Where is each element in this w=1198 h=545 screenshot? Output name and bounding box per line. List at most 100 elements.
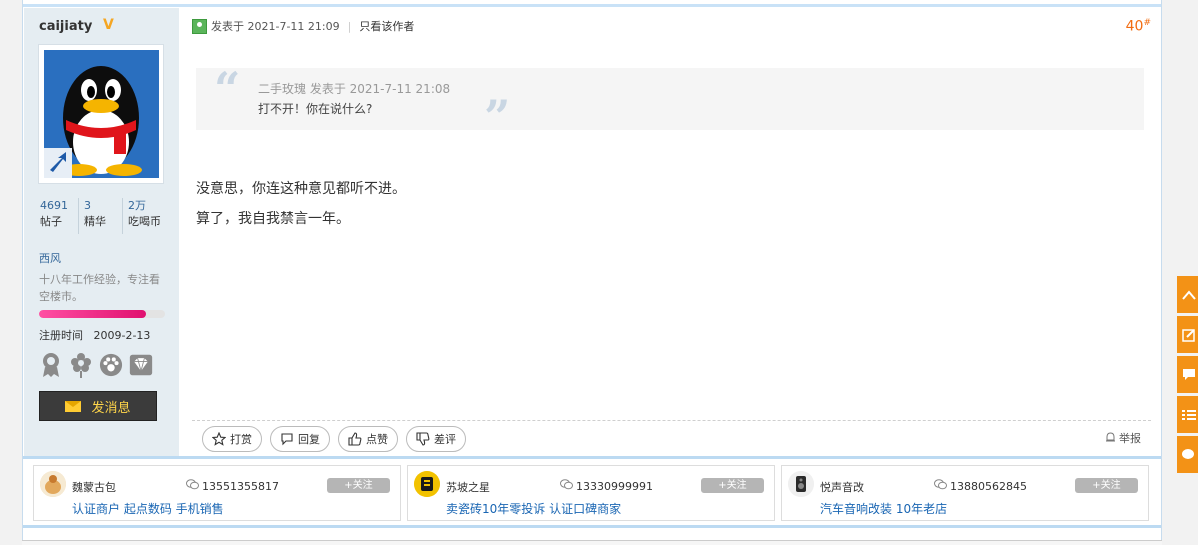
- merchant-name: 悦声音改: [820, 481, 864, 494]
- user-bio: 十八年工作经验，专注看空楼市。: [39, 273, 160, 303]
- reply-label: 回复: [298, 433, 320, 446]
- post-line: 算了，我自我禁言一年。: [196, 211, 350, 227]
- report-icon: [1105, 431, 1116, 445]
- dislike-button[interactable]: 差评: [406, 426, 466, 452]
- stat-label: 吃喝币: [128, 215, 161, 228]
- stat-value: 4691: [40, 199, 68, 212]
- floor-number[interactable]: 40#: [1126, 18, 1151, 35]
- merchant-logo: [788, 471, 814, 497]
- floor-hash: #: [1143, 18, 1151, 28]
- list-button[interactable]: [1177, 396, 1198, 433]
- merchant-desc[interactable]: 认证商户 起点数码 手机销售: [72, 500, 224, 517]
- author-name[interactable]: caijiaty: [39, 19, 92, 34]
- star-icon: [212, 432, 226, 446]
- back-to-top-button[interactable]: [1177, 276, 1198, 313]
- merchant-card[interactable]: 苏坡之星 13330999991 +关注 卖瓷砖10年零投诉 认证口碑商家: [407, 465, 775, 521]
- post-meta: 发表于 2021-7-11 21:09 | 只看该作者: [192, 18, 414, 34]
- phone-number: 13330999991: [576, 479, 653, 493]
- quote-open-icon: “: [214, 62, 241, 116]
- post-body: 没意思，你连这种意见都听不进。 算了，我自我禁言一年。: [196, 174, 406, 234]
- flower-icon[interactable]: [69, 352, 93, 378]
- reward-button[interactable]: 打赏: [202, 426, 262, 452]
- online-user-icon: [192, 18, 207, 34]
- send-message-button[interactable]: 发消息: [39, 391, 157, 421]
- post-content: 发表于 2021-7-11 21:09 | 只看该作者 40# “ 二手玫瑰 发…: [180, 8, 1163, 456]
- reply-button[interactable]: 回复: [270, 426, 330, 452]
- floating-toolbar: [1177, 276, 1198, 473]
- chevron-up-icon: [1182, 289, 1196, 300]
- floor-value: 40: [1125, 18, 1144, 35]
- like-label: 点赞: [366, 433, 388, 446]
- stat-coins[interactable]: 2万 吃喝币: [122, 198, 166, 234]
- stat-label: 帖子: [40, 215, 62, 228]
- quote-text: 打不开！你在说什么?: [258, 102, 373, 116]
- comment-icon: [280, 432, 294, 446]
- next-post-edge: [22, 540, 1162, 545]
- quote-block: “ 二手玫瑰 发表于 2021-7-11 21:08 打不开！你在说什么? ”: [196, 62, 1144, 144]
- dislike-label: 差评: [434, 433, 456, 446]
- merchant-phone: 13551355817: [186, 479, 279, 493]
- action-divider: [192, 420, 1151, 421]
- chat-icon: [1183, 368, 1195, 380]
- wechat-share-icon: [1182, 448, 1194, 459]
- follow-button[interactable]: +关注: [1075, 478, 1138, 493]
- phone-number: 13551355817: [202, 479, 279, 493]
- stat-value: 3: [84, 199, 91, 212]
- follow-button[interactable]: +关注: [327, 478, 390, 493]
- stat-digest[interactable]: 3 精华: [78, 198, 122, 234]
- top-divider: [23, 4, 1161, 7]
- merchant-desc[interactable]: 汽车音响改装 10年老店: [820, 500, 947, 517]
- merchant-ads: 魏蒙古包 13551355817 +关注 认证商户 起点数码 手机销售 苏坡之星…: [33, 465, 1149, 521]
- register-label: 注册时间: [39, 329, 83, 342]
- user-stats: 4691 帖子 3 精华 2万 吃喝币: [38, 198, 166, 234]
- stat-label: 精华: [84, 215, 106, 228]
- diamond-icon[interactable]: [129, 352, 153, 378]
- merchant-desc[interactable]: 卖瓷砖10年零投诉 认证口碑商家: [446, 500, 621, 517]
- edit-icon: [1182, 328, 1195, 342]
- like-button[interactable]: 点赞: [338, 426, 398, 452]
- merchant-card[interactable]: 魏蒙古包 13551355817 +关注 认证商户 起点数码 手机销售: [33, 465, 401, 521]
- quote-close-icon: ”: [484, 90, 511, 144]
- wechat-button[interactable]: [1177, 436, 1198, 473]
- merchant-card[interactable]: 悦声音改 13880562845 +关注 汽车音响改装 10年老店: [781, 465, 1149, 521]
- merchant-logo: [40, 471, 66, 497]
- edit-button[interactable]: [1177, 316, 1198, 353]
- quote-header: 二手玫瑰 发表于 2021-7-11 21:08: [258, 82, 451, 96]
- merchant-name: 魏蒙古包: [72, 481, 116, 494]
- follow-button[interactable]: +关注: [701, 478, 764, 493]
- medal-list: [39, 352, 153, 378]
- post-time: 发表于 2021-7-11 21:09: [211, 20, 340, 33]
- ad-divider: [23, 456, 1161, 459]
- avatar-image: [44, 50, 159, 178]
- merchant-name: 苏坡之星: [446, 481, 490, 494]
- verified-badge: V: [103, 17, 114, 33]
- thumbs-up-icon: [348, 432, 362, 446]
- chat-button[interactable]: [1177, 356, 1198, 393]
- level-bar-fill: [39, 310, 147, 318]
- thumbs-down-icon: [416, 432, 430, 446]
- avatar[interactable]: [38, 44, 164, 184]
- report-button[interactable]: 举报: [1105, 430, 1141, 446]
- meta-separator: |: [347, 19, 352, 33]
- wechat-icon: [934, 479, 947, 493]
- user-group[interactable]: 西风: [39, 250, 61, 266]
- user-level-bar: [39, 310, 165, 318]
- stat-value: 2万: [128, 199, 146, 212]
- merchant-logo: [414, 471, 440, 497]
- register-date: 注册时间 2009-2-13: [39, 327, 150, 343]
- medal-icon[interactable]: [39, 352, 63, 378]
- stat-posts[interactable]: 4691 帖子: [38, 198, 78, 234]
- post-actions: 打赏 回复 点赞 差评: [202, 426, 466, 452]
- wechat-icon: [186, 479, 199, 493]
- report-label: 举报: [1119, 432, 1141, 445]
- author-sidebar: caijiaty V 4691 帖子 3 精华 2万 吃喝币 西风 十八年工作经…: [24, 8, 179, 456]
- wechat-icon: [560, 479, 573, 493]
- list-icon: [1182, 409, 1196, 420]
- only-author-link[interactable]: 只看该作者: [359, 18, 414, 34]
- phone-number: 13880562845: [950, 479, 1027, 493]
- post-container: caijiaty V 4691 帖子 3 精华 2万 吃喝币 西风 十八年工作经…: [22, 0, 1162, 545]
- merchant-phone: 13880562845: [934, 479, 1027, 493]
- merchant-phone: 13330999991: [560, 479, 653, 493]
- send-message-label: 发消息: [91, 400, 131, 416]
- paw-icon[interactable]: [99, 352, 123, 378]
